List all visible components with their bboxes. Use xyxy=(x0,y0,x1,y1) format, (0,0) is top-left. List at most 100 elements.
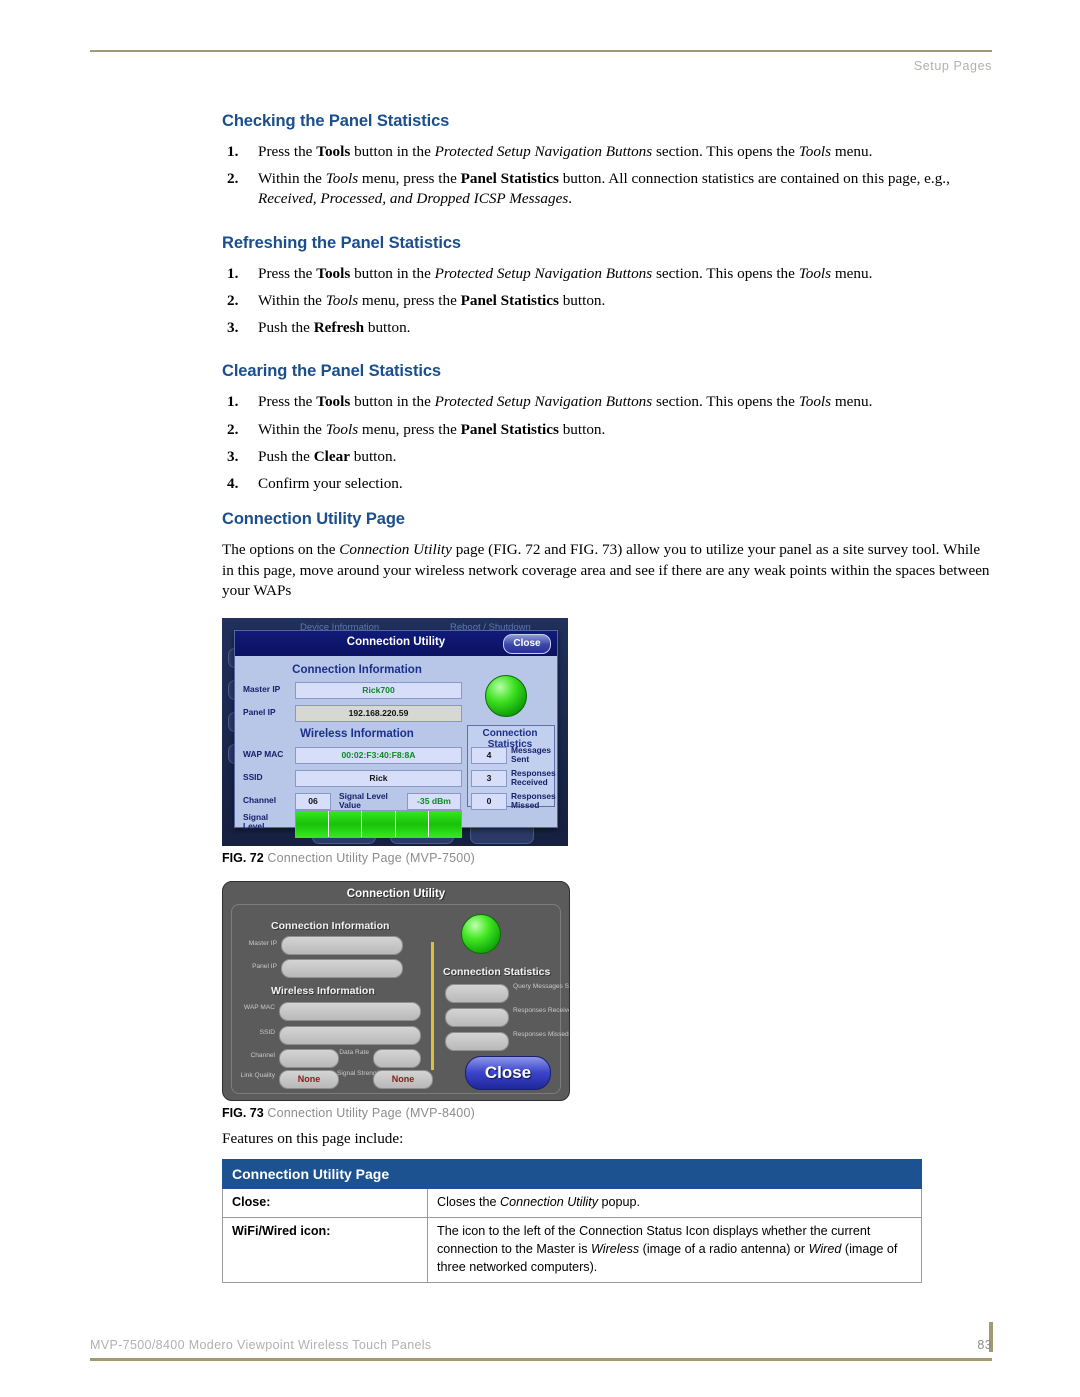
step-item: 2. Within the Tools menu, press the Pane… xyxy=(222,169,994,209)
table-row: Close: Closes the Connection Utility pop… xyxy=(222,1188,922,1219)
figure-72-label: FIG. 72 xyxy=(222,850,264,865)
close-button[interactable]: Close xyxy=(503,633,551,654)
wap-mac-label: WAP MAC xyxy=(243,748,284,759)
steps-clearing: 1. Press the Tools button in the Protect… xyxy=(222,392,994,494)
data-rate-label-8400: Data Rate xyxy=(339,1048,369,1056)
step-text: Within the Tools menu, press the Panel S… xyxy=(258,420,606,438)
step-number: 2. xyxy=(227,291,239,309)
data-rate-field-8400[interactable] xyxy=(373,1048,421,1068)
steps-refreshing: 1. Press the Tools button in the Protect… xyxy=(222,264,994,339)
master-ip-label-8400: Master IP xyxy=(248,939,277,947)
step-text: Confirm your selection. xyxy=(258,474,403,492)
features-lead-in: Features on this page include: xyxy=(222,1129,404,1147)
step-item: 1. Press the Tools button in the Protect… xyxy=(222,264,994,284)
step-text: Press the Tools button in the Protected … xyxy=(258,264,873,282)
query-messages-sent-field xyxy=(445,983,509,1003)
panel-ip-field-8400[interactable] xyxy=(281,958,403,978)
step-number: 4. xyxy=(227,474,239,492)
step-number: 1. xyxy=(227,393,239,411)
connection-statistics-title-8400: Connection Statistics xyxy=(443,965,551,978)
wireless-information-title-8400: Wireless Information xyxy=(271,984,375,997)
running-head: Setup Pages xyxy=(913,59,992,73)
panel-ip-label: Panel IP xyxy=(243,706,276,717)
heading-refreshing-panel-statistics: Refreshing the Panel Statistics xyxy=(222,233,461,252)
wap-mac-label-8400: WAP MAC xyxy=(243,1003,275,1011)
connection-status-led-icon xyxy=(485,674,527,717)
table-header-title: Connection Utility Page xyxy=(222,1159,922,1190)
step-number: 2. xyxy=(227,170,239,188)
footer-doc-title: MVP-7500/8400 Modero Viewpoint Wireless … xyxy=(90,1338,432,1352)
channel-value[interactable]: 06 xyxy=(295,792,331,810)
figure-72: Device Information Reboot / Shutdown Con… xyxy=(222,617,994,865)
master-ip-value[interactable]: Rick700 xyxy=(295,681,462,699)
signal-strength-value-8400: None xyxy=(373,1069,433,1089)
wap-mac-field-8400[interactable] xyxy=(279,1001,421,1021)
ssid-field-8400[interactable] xyxy=(279,1025,421,1045)
step-number: 2. xyxy=(227,420,239,438)
panel-ip-label-8400: Panel IP xyxy=(252,962,277,970)
table-cell-key: Close: xyxy=(222,1188,428,1219)
mvp7500-screenshot: Device Information Reboot / Shutdown Con… xyxy=(222,617,568,846)
table-header-row: Connection Utility Page xyxy=(222,1159,922,1190)
step-text: Within the Tools menu, press the Panel S… xyxy=(258,170,950,208)
step-number: 1. xyxy=(227,143,239,160)
step-item: 3. Push the Clear button. xyxy=(222,447,994,467)
connection-utility-dialog-7500: Connection Utility Close Connection Info… xyxy=(234,629,558,838)
responses-received-field-8400 xyxy=(445,1007,509,1027)
figure-72-caption: FIG. 72 Connection Utility Page (MVP-750… xyxy=(222,851,994,865)
step-item: 1. Press the Tools button in the Protect… xyxy=(222,392,994,412)
step-text: Press the Tools button in the Protected … xyxy=(258,393,873,411)
signal-strength-label-8400: Signal Strength xyxy=(337,1069,383,1077)
page-number: 83 xyxy=(977,1338,992,1352)
responses-received-value: 3 xyxy=(471,769,507,787)
channel-label-8400: Channel xyxy=(250,1051,275,1059)
steps-checking: 1. Press the Tools button in the Protect… xyxy=(222,142,994,210)
wireless-information-title: Wireless Information xyxy=(300,727,414,740)
panel-ip-value[interactable]: 192.168.220.59 xyxy=(295,704,462,722)
step-item: 4. Confirm your selection. xyxy=(222,474,994,494)
dialog-title-bar: Connection Utility Close xyxy=(235,630,557,656)
connection-utility-intro: The options on the Connection Utility pa… xyxy=(222,541,990,600)
responses-missed-field-8400 xyxy=(445,1031,509,1051)
table-cell-value: The icon to the left of the Connection S… xyxy=(427,1217,922,1283)
step-number: 3. xyxy=(227,447,239,465)
table-cell-key: WiFi/Wired icon: xyxy=(222,1217,428,1283)
vertical-divider xyxy=(431,941,434,1070)
master-ip-label: Master IP xyxy=(243,683,281,694)
page-header: Setup Pages xyxy=(90,50,992,75)
messages-sent-value: 4 xyxy=(471,746,507,764)
responses-missed-value: 0 xyxy=(471,792,507,810)
ssid-value[interactable]: Rick xyxy=(295,769,462,787)
step-text: Push the Refresh button. xyxy=(258,319,411,337)
table-row: WiFi/Wired icon: The icon to the left of… xyxy=(222,1217,922,1283)
table-cell-value: Closes the Connection Utility popup. xyxy=(427,1188,922,1219)
step-item: 2. Within the Tools menu, press the Pane… xyxy=(222,291,994,311)
connection-status-led-icon-8400 xyxy=(461,913,501,954)
step-text: Push the Clear button. xyxy=(258,447,397,465)
figure-73: Connection Utility Connection Informatio… xyxy=(222,880,994,1120)
step-item: 1. Press the Tools button in the Protect… xyxy=(222,142,994,162)
dialog-title-8400: Connection Utility xyxy=(346,887,446,900)
figure-73-caption-text: Connection Utility Page (MVP-8400) xyxy=(267,1105,475,1120)
channel-field-8400[interactable] xyxy=(279,1048,339,1068)
channel-label: Channel xyxy=(243,794,277,805)
connection-information-title: Connection Information xyxy=(292,663,422,676)
step-item: 2. Within the Tools menu, press the Pane… xyxy=(222,420,994,440)
ssid-label: SSID xyxy=(243,771,263,782)
query-messages-sent-label: Query Messages Sent xyxy=(513,982,570,990)
ssid-label-8400: SSID xyxy=(259,1028,275,1036)
mvp8400-screenshot: Connection Utility Connection Informatio… xyxy=(222,880,570,1101)
wap-mac-value[interactable]: 00:02:F3:40:F8:8A xyxy=(295,746,462,764)
master-ip-field-8400[interactable] xyxy=(281,935,403,955)
link-quality-value-8400: None xyxy=(279,1069,339,1089)
close-button-8400[interactable]: Close xyxy=(465,1055,551,1090)
step-item: 3. Push the Refresh button. xyxy=(222,318,994,338)
responses-received-label-8400: Responses Received xyxy=(513,1006,570,1014)
heading-checking-panel-statistics: Checking the Panel Statistics xyxy=(222,112,450,130)
connection-information-title-8400: Connection Information xyxy=(271,919,390,932)
step-number: 1. xyxy=(227,264,239,282)
signal-level-label: Signal Level xyxy=(243,811,269,831)
page-content: Checking the Panel Statistics 1. Press t… xyxy=(222,112,994,1283)
heading-connection-utility-page: Connection Utility Page xyxy=(222,510,405,529)
signal-level-value: -35 dBm xyxy=(407,792,461,810)
